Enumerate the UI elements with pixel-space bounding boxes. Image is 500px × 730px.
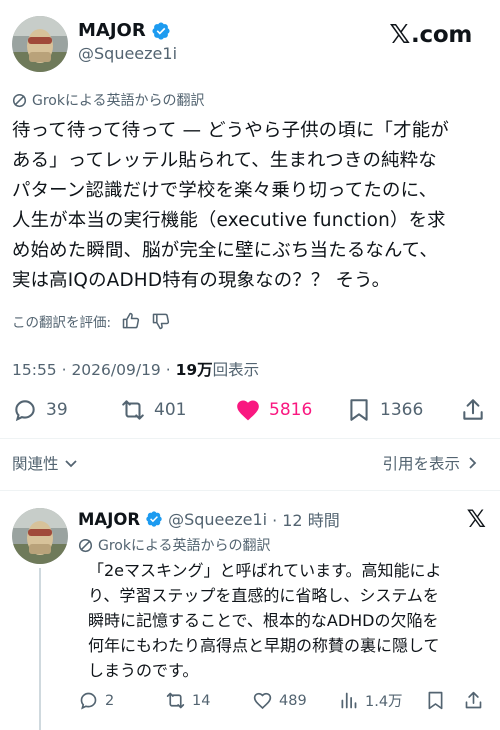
avatar[interactable]	[12, 16, 68, 72]
like-icon	[237, 400, 259, 421]
repost-icon	[166, 692, 185, 709]
reply-icon	[15, 400, 35, 422]
divider	[0, 438, 500, 439]
reply-views-button[interactable]: 1.4万	[338, 690, 403, 711]
like-icon	[253, 692, 272, 710]
handle[interactable]: @Squeeze1i	[78, 44, 177, 63]
divider	[0, 490, 500, 491]
reply-handle[interactable]: @Squeeze1i	[168, 510, 267, 529]
post-actions: 39 401 5816 1366	[0, 392, 500, 432]
reply-bookmark-button[interactable]	[425, 690, 446, 711]
reply-repost-count: 14	[192, 692, 211, 709]
reply-translation-note: Grokによる英語からの翻訳	[78, 535, 271, 555]
thumbs-up-icon[interactable]	[121, 311, 141, 331]
reply-reply-button[interactable]: 2	[78, 690, 114, 711]
bookmark-icon	[428, 691, 443, 710]
reply-repost-button[interactable]: 14	[165, 690, 210, 711]
reply-header: MAJOR @Squeeze1i · 12 時間	[78, 507, 340, 531]
reply-age[interactable]: · 12 時間	[272, 507, 340, 531]
quotes-label: 引用を表示	[382, 455, 460, 473]
reply-actions: 2 14 489 1.4万	[0, 686, 500, 718]
translation-note: Grokによる英語からの翻訳	[12, 90, 205, 110]
bookmark-count: 1366	[380, 400, 424, 420]
reply-display-name[interactable]: MAJOR	[78, 510, 140, 529]
reply-reply-count: 2	[105, 692, 115, 709]
views-label: 回表示	[212, 361, 260, 379]
reply-like-button[interactable]: 489	[252, 690, 307, 711]
reply-avatar[interactable]	[12, 508, 68, 564]
reply-translation-note-text: Grokによる英語からの翻訳	[98, 538, 271, 554]
view-quotes-link[interactable]: 引用を表示	[382, 452, 480, 474]
like-count: 5816	[269, 400, 313, 420]
chevron-right-icon	[469, 457, 477, 469]
bookmark-button[interactable]: 1366	[346, 397, 423, 423]
rate-label: この翻訳を評価:	[12, 315, 112, 331]
thumbs-down-icon[interactable]	[151, 311, 171, 331]
share-button[interactable]	[460, 397, 486, 423]
reply-text: 「2eマスキング」と呼ばれています。高知能によ り、学習ステップを直感的に省略し…	[88, 561, 442, 680]
x-logo-icon: 𝕏	[466, 505, 486, 533]
sort-related-dropdown[interactable]: 関連性	[12, 452, 79, 474]
bookmark-icon	[350, 399, 368, 421]
repost-icon	[122, 400, 144, 420]
timestamp[interactable]: 15:55 · 2026/09/19 ·	[12, 361, 176, 379]
display-name[interactable]: MAJOR	[78, 20, 171, 41]
verified-badge-icon	[152, 21, 170, 40]
repost-count: 401	[154, 400, 187, 420]
reply-views-count: 1.4万	[365, 694, 403, 710]
grok-icon	[78, 538, 93, 552]
verified-badge-icon	[146, 511, 162, 527]
share-icon	[463, 399, 483, 420]
post-text: 待って待って待って — どうやら子供の頃に「才能が ある」ってレッテル貼られて、…	[12, 120, 449, 291]
grok-icon	[12, 93, 27, 107]
reply-like-count: 489	[279, 692, 307, 709]
reply-icon	[80, 692, 97, 710]
related-label: 関連性	[12, 455, 59, 473]
post-meta: 15:55 · 2026/09/19 · 19万回表示	[12, 358, 259, 380]
display-name-text: MAJOR	[78, 20, 146, 41]
like-button[interactable]: 5816	[235, 397, 312, 423]
brand-text: .com	[411, 22, 472, 48]
reply-count: 39	[46, 400, 68, 420]
x-logo-icon: 𝕏	[389, 20, 411, 50]
share-icon	[465, 691, 482, 709]
views-count: 19万	[175, 361, 213, 379]
post-header: MAJOR @Squeeze1i 𝕏 .com	[0, 0, 500, 80]
rate-translation: この翻訳を評価:	[12, 311, 171, 331]
translation-note-text: Grokによる英語からの翻訳	[32, 93, 205, 109]
reply-button[interactable]: 39	[12, 397, 68, 423]
reply-share-button[interactable]	[463, 690, 484, 711]
brand-logo: 𝕏 .com	[389, 20, 472, 50]
views-icon	[341, 692, 357, 709]
repost-button[interactable]: 401	[120, 397, 186, 423]
chevron-down-icon	[64, 460, 77, 468]
